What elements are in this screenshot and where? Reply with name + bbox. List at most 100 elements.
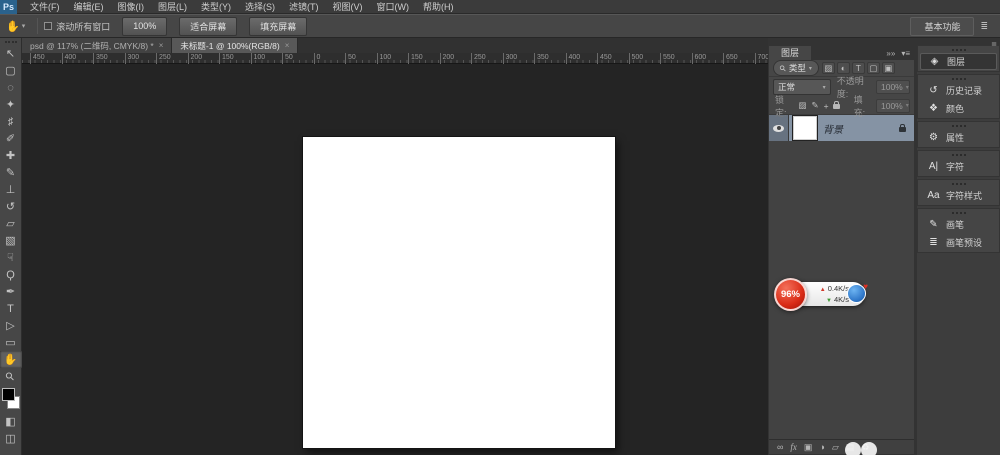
clone-stamp-tool-icon: ⊥ [6, 183, 16, 196]
visibility-toggle[interactable] [769, 115, 789, 141]
crop-tool[interactable]: ♯ [0, 113, 22, 130]
quick-selection-tool[interactable]: ✦ [0, 96, 22, 113]
fill-dropdown[interactable]: 100% ▾ [876, 99, 910, 113]
expand-dock-icon[interactable]: ≣ [991, 40, 997, 48]
eyedropper-tool[interactable]: ✐ [0, 130, 22, 147]
dock-group-grip[interactable] [952, 212, 966, 214]
pen-tool[interactable]: ✒ [0, 283, 22, 300]
dock-item-brush[interactable]: ✎画笔 [920, 216, 997, 233]
lasso-tool[interactable]: ◌ [0, 79, 22, 96]
eye-icon [773, 125, 784, 132]
workspace-switcher[interactable]: 基本功能 [910, 17, 974, 36]
marquee-tool[interactable]: ▢ [0, 62, 22, 79]
menu-item[interactable]: 滤镜(T) [282, 0, 326, 13]
dock-group-grip[interactable] [952, 78, 966, 80]
filter-smart-objects-icon[interactable]: ▣ [882, 62, 895, 74]
close-icon[interactable]: × [159, 41, 164, 50]
dock-group-grip[interactable] [952, 183, 966, 185]
foreground-color-swatch[interactable] [2, 388, 15, 401]
dock-item-color-icon: ❖ [927, 103, 940, 114]
dock-group: ⚙属性 [917, 121, 1000, 148]
new-group-icon[interactable]: ▱ [832, 442, 839, 453]
tab-untitled-1[interactable]: 未标题-1 @ 100%(RGB/8)× [172, 38, 298, 53]
ruler-tick-label: 100 [251, 53, 266, 64]
dock-group-grip[interactable] [952, 154, 966, 156]
menu-item[interactable]: 窗口(W) [370, 0, 417, 13]
tab-psd-document[interactable]: psd @ 117% (二维码, CMYK/8) *× [22, 38, 172, 53]
menu-item[interactable]: 类型(Y) [194, 0, 238, 13]
clone-stamp-tool[interactable]: ⊥ [0, 181, 22, 198]
tools-panel-grip[interactable] [5, 41, 17, 43]
fit-screen-button[interactable]: 适合屏幕 [179, 17, 237, 36]
lock-image-pixels-icon[interactable]: ✎ [810, 100, 819, 111]
brush-tool-icon: ✎ [6, 166, 15, 179]
collapse-panel-icon[interactable]: »» [886, 49, 895, 58]
menu-item[interactable]: 图层(L) [151, 0, 194, 13]
layer-name[interactable]: 背景 [823, 121, 899, 136]
network-monitor-overlay[interactable]: ▲ 0.4K/s ▼ 4K/s ♥ 96% [774, 277, 869, 315]
scroll-all-windows-checkbox[interactable] [44, 22, 52, 30]
smudge-tool[interactable]: ☟ [0, 249, 22, 266]
filter-type-layers-icon[interactable]: T [852, 62, 865, 74]
filter-adjustment-layers-icon[interactable]: ◐ [837, 62, 850, 74]
zoom-tool[interactable]: ⚲ [0, 368, 22, 385]
filter-type-dropdown[interactable]: ⚲ 类型 ▾ [773, 60, 819, 76]
dock-group-grip[interactable] [952, 125, 966, 127]
layer-row-background[interactable]: 背景 [769, 115, 914, 141]
dodge-tool[interactable]: Ϙ [0, 266, 22, 283]
dock-item-layers[interactable]: ◈图层 [920, 53, 997, 70]
healing-brush-tool[interactable]: ✚ [0, 147, 22, 164]
menu-item[interactable]: 编辑(E) [67, 0, 111, 13]
adjustment-layer-icon[interactable]: ◑ [819, 442, 824, 452]
opacity-dropdown[interactable]: 100% ▾ [876, 80, 910, 94]
menu-item[interactable]: 视图(V) [326, 0, 370, 13]
layer-mask-icon[interactable]: ▣ [804, 442, 813, 453]
layers-panel-footer: ∞fx▣◑▱▤♻ [769, 439, 914, 454]
lock-position-icon[interactable]: + [823, 101, 830, 111]
dock-item-color[interactable]: ❖颜色 [920, 100, 997, 117]
assistant-ball-icon[interactable]: ♥ [847, 284, 866, 303]
quick-mask-button[interactable]: ◧ [0, 413, 22, 430]
layer-style-icon[interactable]: fx [790, 442, 797, 452]
dock-item-properties[interactable]: ⚙属性 [920, 129, 997, 146]
link-layers-icon[interactable]: ∞ [777, 442, 783, 452]
gradient-tool[interactable]: ▧ [0, 232, 22, 249]
menu-item[interactable]: 文件(F) [23, 0, 67, 13]
fill-screen-button[interactable]: 填充屏幕 [249, 17, 307, 36]
dock-group-grip[interactable] [952, 49, 966, 51]
dock-item-brush-presets[interactable]: ≣画笔预设 [920, 234, 997, 251]
scroll-all-windows-label: 滚动所有窗口 [56, 20, 110, 33]
dock-item-character[interactable]: A|字符 [920, 158, 997, 175]
hand-tool[interactable]: ✋ [0, 351, 22, 368]
shape-tool[interactable]: ▭ [0, 334, 22, 351]
type-tool[interactable]: T [0, 300, 22, 317]
layers-panel-tab[interactable]: 图层 [769, 46, 811, 60]
lock-all-icon[interactable] [833, 104, 840, 109]
optimization-score-ball[interactable]: 96% [774, 278, 807, 311]
path-selection-tool[interactable]: ▷ [0, 317, 22, 334]
panel-menu-icon[interactable]: ▾≡ [901, 49, 910, 58]
ruler-tick-label: 50 [345, 53, 356, 64]
history-brush-tool[interactable]: ↺ [0, 198, 22, 215]
zoom-100-button[interactable]: 100% [122, 17, 167, 36]
menu-item[interactable]: 图像(I) [111, 0, 152, 13]
filter-shape-layers-icon[interactable]: ▢ [867, 62, 880, 74]
document-canvas[interactable] [303, 137, 615, 448]
photoshop-window: Ps 文件(F)编辑(E)图像(I)图层(L)类型(Y)选择(S)滤镜(T)视图… [0, 0, 1000, 455]
active-tool-dropdown[interactable]: ✋ ▾ [0, 20, 31, 33]
layer-thumbnail[interactable] [793, 116, 817, 140]
close-icon[interactable]: × [285, 41, 290, 50]
canvas-area[interactable]: 4504003503002502001501005005010015020025… [22, 53, 768, 455]
menu-item[interactable]: 选择(S) [238, 0, 282, 13]
dock-item-history[interactable]: ↺历史记录 [920, 82, 997, 99]
lock-transparent-pixels-icon[interactable]: ▨ [797, 100, 807, 111]
brush-tool[interactable]: ✎ [0, 164, 22, 181]
horizontal-ruler[interactable]: 4504003503002502001501005005010015020025… [22, 53, 768, 64]
menu-item[interactable]: 帮助(H) [416, 0, 461, 13]
filter-pixel-layers-icon[interactable]: ▨ [822, 62, 835, 74]
eraser-tool[interactable]: ▱ [0, 215, 22, 232]
workspace-menu-icon[interactable]: ≣ [980, 21, 988, 32]
move-tool[interactable]: ↖ [0, 45, 22, 62]
screen-mode-button[interactable]: ◫ [0, 430, 22, 447]
dock-item-character-styles[interactable]: Aa字符样式 [920, 187, 997, 204]
